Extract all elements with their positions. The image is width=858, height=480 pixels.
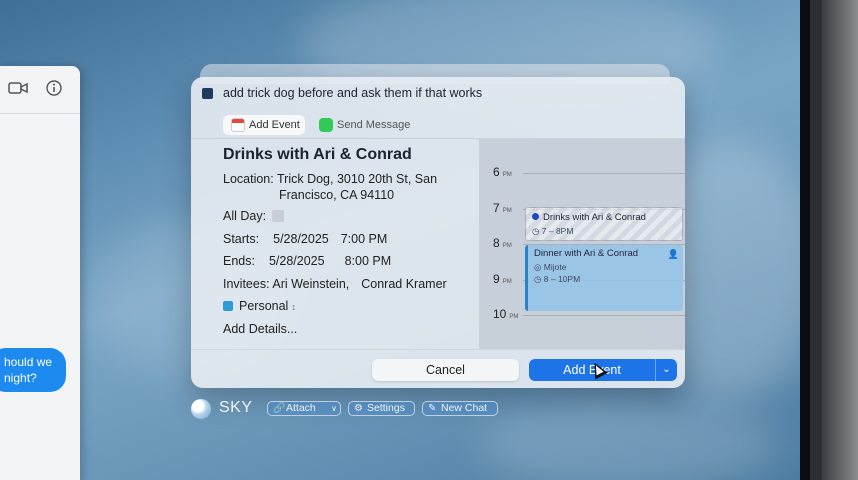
- calendar-select[interactable]: Personal ↕: [223, 299, 296, 313]
- calendar-icon: [231, 118, 245, 132]
- new-event-title: Drinks with Ari & Conrad: [543, 212, 646, 223]
- info-icon[interactable]: [46, 80, 62, 101]
- all-day-row: All Day:: [223, 209, 285, 223]
- new-event-time: 7 – 8PM: [541, 226, 574, 236]
- tab-send-message[interactable]: Send Message: [311, 115, 421, 135]
- hour-gridline: [523, 315, 685, 316]
- calendar-name: Personal: [239, 299, 289, 313]
- all-day-checkbox[interactable]: [272, 210, 285, 222]
- app-name: SKY: [219, 399, 253, 416]
- tab-label: Add Event: [249, 119, 300, 131]
- tab-label: Send Message: [337, 119, 411, 131]
- video-call-icon[interactable]: [8, 80, 28, 100]
- messages-window: hould we night?: [0, 66, 80, 480]
- add-event-menu-button[interactable]: ⌄: [655, 359, 677, 381]
- hour-label: 7 PM: [493, 201, 512, 215]
- clock-icon: ◷: [534, 274, 544, 284]
- location-value-line2[interactable]: Francisco, CA 94110: [279, 188, 394, 202]
- message-icon: [319, 118, 333, 132]
- start-date[interactable]: 5/28/2025: [273, 232, 329, 246]
- new-chat-button[interactable]: ✎ New Chat: [422, 401, 498, 416]
- message-line: night?: [4, 371, 37, 385]
- location-row: Location: Trick Dog, 3010 20th St, San: [223, 172, 437, 186]
- assistant-panel: add trick dog before and ask them if tha…: [191, 77, 685, 388]
- existing-event-time: 8 – 10PM: [543, 274, 581, 284]
- hour-gridline: [523, 173, 685, 174]
- sky-logo-icon: [191, 399, 211, 419]
- existing-event-title: Dinner with Ari & Conrad: [534, 248, 639, 259]
- clock-icon: ◷: [532, 226, 542, 236]
- background-wall: [822, 0, 858, 480]
- invitee[interactable]: Conrad Kramer: [361, 277, 446, 291]
- ends-row: Ends: 5/28/2025 8:00 PM: [223, 254, 391, 268]
- monitor-edge: [800, 0, 810, 480]
- invitees-row: Invitees: Ari Weinstein, Conrad Kramer: [223, 277, 447, 291]
- chevron-down-icon: ∨: [331, 404, 337, 413]
- link-icon: 🔗: [273, 403, 286, 414]
- all-day-label: All Day:: [223, 209, 267, 223]
- add-details-link[interactable]: Add Details...: [223, 322, 297, 336]
- location-pin-icon: ◎: [534, 262, 544, 272]
- existing-event-block[interactable]: Dinner with Ari & Conrad 👤 ◎ Mijote ◷ 8 …: [525, 245, 683, 311]
- day-timeline: 6 PM 7 PM 8 PM 9 PM 10 PM Drinks with Ari & C…: [479, 139, 685, 349]
- attach-button[interactable]: 🔗 Attach ∨: [267, 401, 341, 416]
- settings-label: Settings: [367, 402, 405, 414]
- compose-icon: ✎: [428, 403, 437, 414]
- message-bubble: hould we night?: [0, 348, 66, 392]
- attach-label: Attach: [286, 402, 316, 414]
- cancel-button[interactable]: Cancel: [372, 359, 519, 381]
- event-title[interactable]: Drinks with Ari & Conrad: [223, 146, 412, 164]
- existing-event-place: Mijote: [543, 262, 567, 272]
- gear-icon: ⚙: [354, 403, 363, 414]
- end-date[interactable]: 5/28/2025: [269, 254, 325, 268]
- location-value[interactable]: Trick Dog, 3010 20th St, San: [277, 172, 437, 186]
- prompt-text: add trick dog before and ask them if tha…: [223, 86, 483, 100]
- divider: [191, 349, 685, 350]
- settings-button[interactable]: ⚙ Settings: [348, 401, 415, 416]
- message-line: hould we: [4, 355, 53, 369]
- starts-label: Starts:: [223, 232, 260, 246]
- invitees-label: Invitees:: [223, 277, 270, 291]
- hour-label: 6 PM: [493, 165, 512, 179]
- hour-label: 10 PM: [493, 307, 519, 321]
- event-dot-icon: [532, 213, 539, 220]
- prompt-row: add trick dog before and ask them if tha…: [191, 77, 685, 113]
- ends-label: Ends:: [223, 254, 255, 268]
- hour-label: 8 PM: [493, 236, 512, 250]
- tab-add-event[interactable]: Add Event: [223, 115, 305, 135]
- new-event-block[interactable]: Drinks with Ari & Conrad ◷ 7 – 8PM: [525, 207, 683, 241]
- chevron-updown-icon: ↕: [291, 302, 296, 312]
- person-icon: 👤: [667, 249, 679, 259]
- sky-cloud: [480, 400, 780, 480]
- chevron-down-icon: ⌄: [662, 364, 671, 375]
- start-time[interactable]: 7:00 PM: [341, 232, 388, 246]
- invitee[interactable]: Ari Weinstein,: [272, 277, 349, 291]
- hour-label: 9 PM: [493, 272, 512, 286]
- messages-toolbar: [0, 66, 80, 114]
- event-details: Drinks with Ari & Conrad Location: Trick…: [191, 139, 479, 349]
- end-time[interactable]: 8:00 PM: [345, 254, 392, 268]
- calendar-color-swatch: [223, 301, 233, 311]
- new-chat-label: New Chat: [441, 402, 488, 414]
- stop-icon[interactable]: [202, 88, 213, 99]
- location-label: Location:: [223, 172, 274, 186]
- starts-row: Starts: 5/28/2025 7:00 PM: [223, 232, 387, 246]
